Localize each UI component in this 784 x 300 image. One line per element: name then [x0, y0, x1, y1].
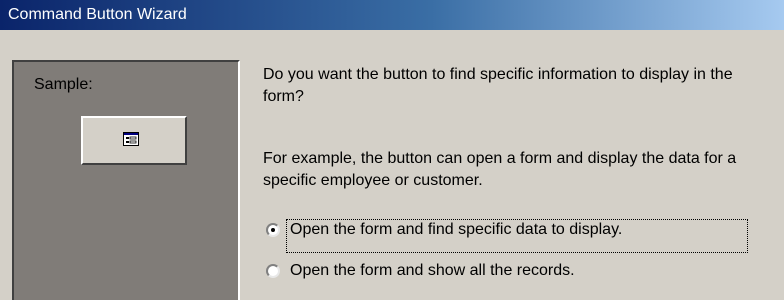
window-title: Command Button Wizard: [8, 6, 187, 23]
radio-button[interactable]: [266, 264, 280, 278]
sample-preview-button: [81, 116, 187, 165]
option-label[interactable]: Open the form and show all the records.: [290, 261, 575, 281]
radio-button-selected[interactable]: [266, 223, 280, 237]
form-icon: [123, 132, 139, 146]
sample-pane: [12, 60, 240, 300]
radio-dot-icon: [271, 228, 275, 232]
option-show-all-records[interactable]: Open the form and show all the records.: [262, 257, 742, 287]
wizard-question: Do you want the button to find specific …: [263, 66, 733, 105]
sample-label: Sample:: [34, 76, 93, 93]
wizard-example-text: For example, the button can open a form …: [263, 150, 737, 189]
option-find-specific-data[interactable]: Open the form and find specific data to …: [262, 216, 742, 246]
title-bar[interactable]: Command Button Wizard: [0, 0, 784, 30]
option-label[interactable]: Open the form and find specific data to …: [290, 220, 622, 240]
